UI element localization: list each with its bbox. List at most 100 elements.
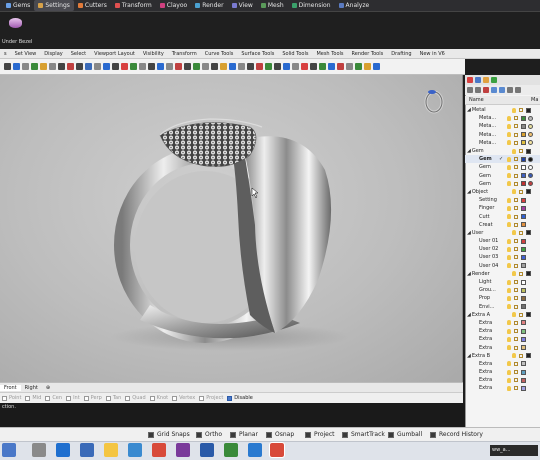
layer-row[interactable]: Creat <box>465 221 540 229</box>
toolbar-tab[interactable]: Visibility <box>139 51 168 57</box>
layer-color-swatch[interactable] <box>521 115 526 121</box>
osnap-tan[interactable]: Tan <box>105 395 121 401</box>
layer-name[interactable]: Extra <box>479 328 505 334</box>
osnap-quad[interactable]: Quad <box>125 395 146 401</box>
layer-name[interactable]: Metal <box>472 107 510 113</box>
toolbar-command-icon[interactable] <box>238 63 245 70</box>
visibility-bulb-icon[interactable] <box>507 377 511 383</box>
visibility-bulb-icon[interactable] <box>507 328 511 334</box>
lock-icon[interactable] <box>518 189 523 194</box>
osnap-checkbox[interactable] <box>172 395 178 401</box>
layer-color-swatch[interactable] <box>521 123 526 129</box>
layer-color-swatch[interactable] <box>521 181 526 187</box>
toolbar-tab[interactable]: Display <box>40 51 66 57</box>
move-up-icon[interactable] <box>491 87 497 93</box>
layer-name[interactable]: Extra <box>479 377 505 383</box>
toolbar-command-icon[interactable] <box>373 63 380 70</box>
material-swatch-icon[interactable] <box>528 132 533 138</box>
lock-icon[interactable] <box>514 304 518 309</box>
layer-color-swatch[interactable] <box>521 254 526 260</box>
osnap-checkbox[interactable] <box>199 395 205 401</box>
status-smarttrack[interactable]: SmartTrack <box>342 431 385 438</box>
layer-name[interactable]: Object <box>472 189 510 195</box>
layer-color-swatch[interactable] <box>521 320 526 326</box>
layer-name[interactable]: Setting <box>479 197 505 203</box>
toolbar-command-icon[interactable] <box>49 63 56 70</box>
toolbar-command-icon[interactable] <box>202 63 209 70</box>
layer-row[interactable]: Setting <box>465 196 540 204</box>
layer-name[interactable]: Meta... <box>479 115 505 121</box>
visibility-bulb-icon[interactable] <box>507 369 511 375</box>
layer-color-swatch[interactable] <box>521 385 526 391</box>
search-icon[interactable] <box>2 443 16 457</box>
toolbar-command-icon[interactable] <box>94 63 101 70</box>
status-gumball[interactable]: Gumball <box>388 431 422 438</box>
visibility-bulb-icon[interactable] <box>507 140 511 146</box>
layer-color-swatch[interactable] <box>521 164 526 170</box>
lock-icon[interactable] <box>514 280 518 285</box>
plugin-tab-settings[interactable]: Settings <box>34 0 74 11</box>
layer-row[interactable]: Extra <box>465 327 540 335</box>
material-swatch-icon[interactable] <box>528 115 533 121</box>
visibility-bulb-icon[interactable] <box>507 115 511 121</box>
expand-chevron-icon[interactable]: ◢ <box>467 148 471 154</box>
lock-icon[interactable] <box>514 206 518 211</box>
visibility-bulb-icon[interactable] <box>507 385 511 391</box>
plugin-tab-view[interactable]: View <box>228 0 257 11</box>
layer-color-swatch[interactable] <box>521 132 526 138</box>
layer-color-swatch[interactable] <box>525 148 531 154</box>
properties-tab-icon[interactable] <box>467 77 473 83</box>
expand-chevron-icon[interactable]: ◢ <box>467 353 471 359</box>
osnap-checkbox[interactable] <box>2 395 7 401</box>
visibility-bulb-icon[interactable] <box>511 107 516 113</box>
layer-row[interactable]: Cutt <box>465 212 540 220</box>
layer-color-swatch[interactable] <box>521 345 526 351</box>
lock-icon[interactable] <box>514 345 518 350</box>
osnap-vertex[interactable]: Vertex <box>172 395 195 401</box>
status-osnap[interactable]: Osnap <box>266 431 294 438</box>
layer-row[interactable]: Extra <box>465 360 540 368</box>
toolbar-command-icon[interactable] <box>283 63 290 70</box>
help-tab-icon[interactable] <box>491 77 497 83</box>
layer-color-swatch[interactable] <box>525 353 531 359</box>
toolbar-command-icon[interactable] <box>328 63 335 70</box>
osnap-checkbox[interactable] <box>125 395 131 401</box>
layer-name[interactable]: Extra <box>479 385 505 391</box>
taskbar-search-box[interactable]: ww_a... <box>490 445 538 456</box>
toolbar-command-icon[interactable] <box>175 63 182 70</box>
toolbar-command-icon[interactable] <box>193 63 200 70</box>
layer-group-row[interactable]: ◢ Extra B <box>465 352 540 360</box>
layer-row[interactable]: Extra <box>465 368 540 376</box>
layer-color-swatch[interactable] <box>521 287 526 293</box>
layer-color-swatch[interactable] <box>521 246 526 252</box>
layer-name[interactable]: Gem <box>479 173 505 179</box>
osnap-checkbox[interactable] <box>83 395 89 401</box>
layer-row[interactable]: Meta... <box>465 131 540 139</box>
toolbar-command-icon[interactable] <box>364 63 371 70</box>
rhino-icon[interactable] <box>269 442 285 458</box>
layer-name[interactable]: Gem <box>479 181 505 187</box>
layer-row[interactable]: User 01 <box>465 237 540 245</box>
toolbar-tab[interactable]: Mesh Tools <box>312 51 347 57</box>
visibility-bulb-icon[interactable] <box>507 132 511 138</box>
layer-color-swatch[interactable] <box>521 214 526 220</box>
lock-icon[interactable] <box>514 288 518 293</box>
lock-icon[interactable] <box>514 247 518 252</box>
new-layer-icon[interactable] <box>467 87 473 93</box>
outlook-icon[interactable] <box>200 443 214 457</box>
osnap-checkbox[interactable] <box>25 395 31 401</box>
task-view-icon[interactable] <box>32 443 46 457</box>
delete-layer-icon[interactable] <box>483 87 489 93</box>
visibility-bulb-icon[interactable] <box>507 205 511 211</box>
expand-chevron-icon[interactable]: ◢ <box>467 107 471 113</box>
lock-icon[interactable] <box>518 108 523 113</box>
tools-icon[interactable] <box>515 87 521 93</box>
lock-icon[interactable] <box>518 149 523 154</box>
lock-icon[interactable] <box>514 214 518 219</box>
layer-group-row[interactable]: ◢ User <box>465 229 540 237</box>
visibility-bulb-icon[interactable] <box>507 263 511 269</box>
lock-icon[interactable] <box>518 230 523 235</box>
osnap-checkbox[interactable] <box>45 395 51 401</box>
osnap-int[interactable]: Int <box>66 395 80 401</box>
app-blue-icon[interactable] <box>248 443 262 457</box>
